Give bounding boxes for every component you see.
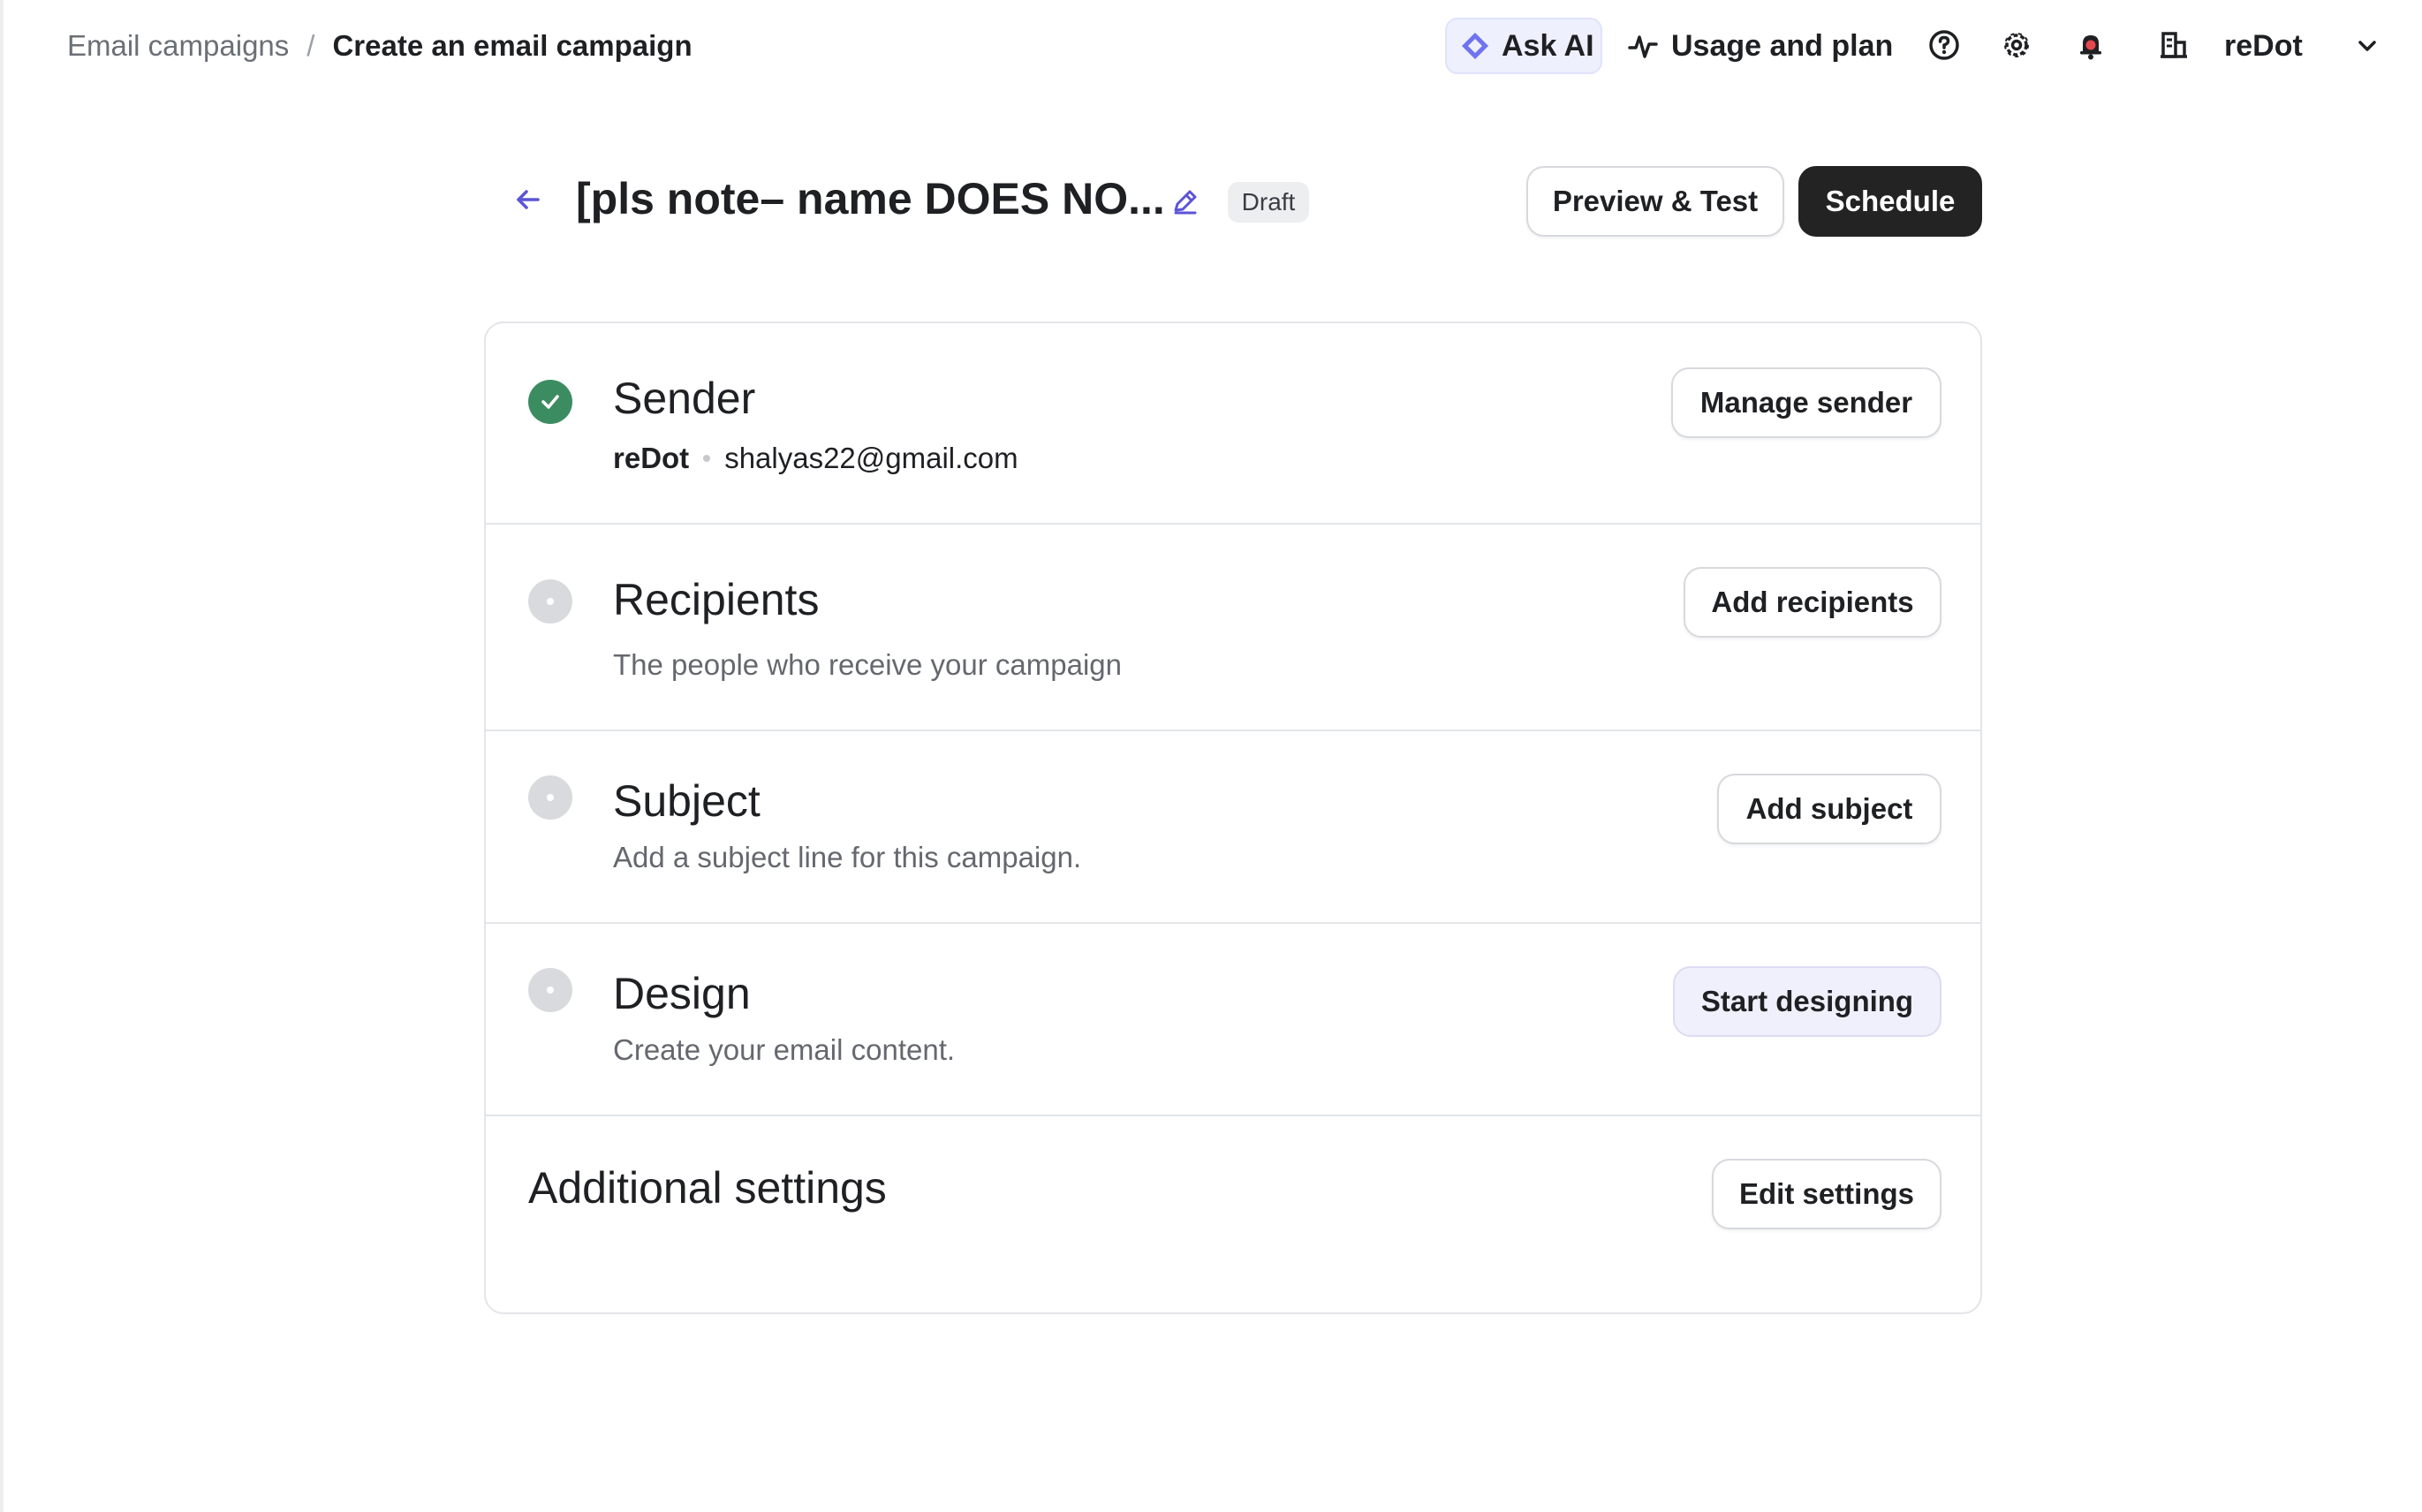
sender-title: Sender	[613, 374, 756, 423]
preview-test-button[interactable]: Preview & Test	[1526, 166, 1784, 237]
subject-description: Add a subject line for this campaign.	[613, 841, 1082, 873]
settings-gear-icon[interactable]	[1998, 26, 2035, 64]
back-arrow-icon[interactable]	[511, 182, 546, 217]
chevron-down-icon[interactable]	[2350, 28, 2385, 64]
top-header: Email campaigns / Create an email campai…	[0, 0, 2422, 92]
manage-sender-button[interactable]: Manage sender	[1671, 367, 1941, 438]
sender-name: reDot	[613, 442, 690, 474]
sender-email: shalyas22@gmail.com	[724, 442, 1018, 474]
status-badge: Draft	[1228, 182, 1309, 223]
sender-separator	[703, 455, 711, 462]
campaign-checklist-card: Sender reDot shalyas22@gmail.com Manage …	[484, 321, 1982, 1314]
sparkle-diamond-icon	[1459, 30, 1491, 62]
campaign-title: [pls note– name DOES NO...	[576, 174, 1165, 223]
add-recipients-button[interactable]: Add recipients	[1684, 567, 1941, 638]
breadcrumb-current: Create an email campaign	[332, 29, 693, 62]
pending-circle-icon	[528, 775, 572, 820]
recipients-title: Recipients	[613, 575, 820, 624]
edit-settings-button[interactable]: Edit settings	[1712, 1159, 1941, 1229]
sender-details: reDot shalyas22@gmail.com	[613, 442, 1018, 475]
recipients-description: The people who receive your campaign	[613, 648, 1123, 681]
account-switcher[interactable]: reDot	[2224, 18, 2303, 74]
subject-title: Subject	[613, 776, 761, 826]
breadcrumb: Email campaigns / Create an email campai…	[67, 25, 693, 67]
check-icon	[528, 380, 572, 424]
left-rail	[0, 0, 4, 1512]
additional-settings-title: Additional settings	[528, 1163, 887, 1213]
add-subject-button[interactable]: Add subject	[1717, 774, 1941, 844]
building-icon[interactable]	[2155, 26, 2192, 64]
account-name: reDot	[2224, 28, 2303, 63]
sender-section: Sender reDot shalyas22@gmail.com Manage …	[486, 323, 1980, 525]
activity-icon	[1627, 30, 1659, 62]
recipients-section: Recipients The people who receive your c…	[486, 525, 1980, 731]
schedule-button[interactable]: Schedule	[1798, 166, 1982, 237]
design-section: Design Create your email content. Start …	[486, 924, 1980, 1116]
design-title: Design	[613, 969, 751, 1018]
pending-circle-icon	[528, 968, 572, 1012]
additional-settings-section: Additional settings Edit settings	[486, 1116, 1980, 1312]
help-icon[interactable]	[1926, 26, 1963, 64]
bell-icon[interactable]	[2072, 26, 2109, 64]
design-description: Create your email content.	[613, 1033, 956, 1066]
pending-circle-icon	[528, 579, 572, 624]
usage-label: Usage and plan	[1671, 28, 1894, 63]
breadcrumb-separator: /	[307, 29, 315, 62]
ask-ai-button[interactable]: Ask AI	[1445, 18, 1602, 74]
subject-section: Subject Add a subject line for this camp…	[486, 731, 1980, 924]
usage-and-plan-link[interactable]: Usage and plan	[1627, 18, 1893, 74]
breadcrumb-email-campaigns[interactable]: Email campaigns	[67, 29, 289, 63]
start-designing-button[interactable]: Start designing	[1673, 966, 1941, 1037]
pencil-edit-icon[interactable]	[1168, 184, 1203, 219]
ask-ai-label: Ask AI	[1502, 28, 1594, 63]
